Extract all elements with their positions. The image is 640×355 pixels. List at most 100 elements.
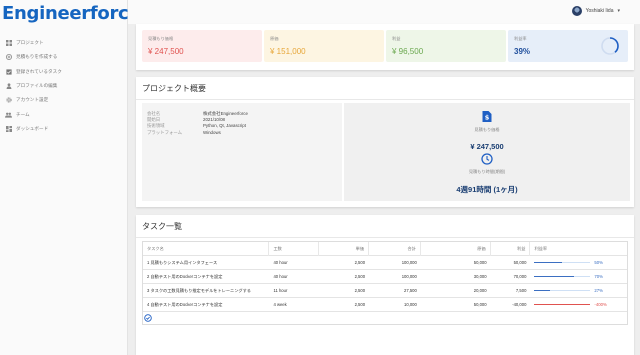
task-list-card: タスク一覧 タスク名 工数 単価 合計 原価 利益 利益率 1 見積もりシステム… bbox=[136, 215, 634, 355]
rate-bar-fill bbox=[534, 303, 591, 306]
column-header[interactable]: 合計 bbox=[369, 241, 421, 256]
task-unit-price: 2,500 bbox=[354, 274, 366, 279]
column-header[interactable]: 原価 bbox=[421, 241, 491, 256]
task-rate: -400% bbox=[530, 302, 627, 307]
person-icon bbox=[5, 83, 12, 90]
margin-progress-ring bbox=[601, 37, 619, 55]
stat-label: 利益 bbox=[392, 36, 401, 41]
column-header[interactable]: タスク名 bbox=[143, 241, 270, 256]
task-total: 100,000 bbox=[401, 274, 417, 279]
stat-label: 原価 bbox=[270, 36, 279, 41]
task-effort: 4 week bbox=[273, 302, 287, 307]
check-circle-icon[interactable] bbox=[144, 313, 152, 323]
task-profit: -40,000 bbox=[512, 302, 527, 307]
user-name[interactable]: Yoshiaki Iida bbox=[586, 8, 614, 14]
sidebar-item-edit-profile[interactable]: プロファイルの編集 bbox=[0, 79, 128, 93]
task-cost: 50,000 bbox=[473, 302, 487, 307]
divider bbox=[136, 237, 634, 238]
estimate-label: 見積もり価格 bbox=[474, 127, 500, 132]
stat-value: ¥ 151,000 bbox=[270, 47, 306, 56]
task-rate: 70% bbox=[530, 274, 627, 279]
task-profit: 7,500 bbox=[515, 288, 527, 293]
stat-margin: 利益率 39% bbox=[508, 30, 628, 62]
brand-logo[interactable]: Engineerforce bbox=[2, 3, 141, 24]
task-rate: 50% bbox=[530, 260, 627, 265]
info-value: Windows bbox=[203, 129, 221, 135]
duration-label: 見積もり時間(期間) bbox=[468, 169, 506, 174]
chevron-down-icon[interactable]: ▾ bbox=[617, 8, 620, 14]
sidebar-item-projects[interactable]: プロジェクト bbox=[0, 36, 128, 50]
rate-text: 70% bbox=[594, 274, 604, 279]
gear-icon bbox=[5, 97, 12, 103]
task-total: 100,000 bbox=[401, 260, 417, 265]
sidebar-item-label: ダッシュボード bbox=[16, 125, 49, 131]
sidebar-item-registered-tasks[interactable]: 登録されているタスク bbox=[0, 65, 128, 79]
task-name: 3 タスクの工数見積もり推定モデルをトレーニングする bbox=[147, 287, 251, 293]
stat-cost: 原価 ¥ 151,000 bbox=[264, 30, 384, 62]
task-total: 27,500 bbox=[404, 288, 417, 293]
sidebar-item-dashboard[interactable]: ダッシュボード bbox=[0, 122, 128, 136]
sidebar-nav: プロジェクト 見積もりを作成する 登録されているタスク プロファイルの編集 アカ… bbox=[0, 36, 128, 136]
sidebar-item-label: 登録されているタスク bbox=[16, 68, 62, 74]
sidebar-item-account-settings[interactable]: アカウント設定 bbox=[0, 93, 128, 107]
sidebar-item-label: 見積もりを作成する bbox=[16, 54, 58, 60]
task-effort: 40 hour bbox=[273, 260, 288, 265]
column-header[interactable]: 利益率 bbox=[530, 242, 627, 256]
sidebar-item-label: チーム bbox=[16, 111, 30, 117]
task-cost: 20,000 bbox=[473, 288, 487, 293]
stat-value: ¥ 96,500 bbox=[392, 47, 424, 56]
summary-card: 見積もり価格 ¥ 247,500 原価 ¥ 151,000 利益 ¥ 96,50… bbox=[136, 24, 634, 70]
rate-text: 27% bbox=[594, 288, 604, 293]
task-profit: 50,000 bbox=[513, 260, 527, 265]
project-overview-card: プロジェクト概要 会社名 株式会社Engineerforce 開始日 2021/10… bbox=[136, 77, 634, 207]
duration-value: 4週91時間 (1ヶ月) bbox=[456, 185, 518, 194]
sidebar-item-label: プロジェクト bbox=[16, 40, 44, 46]
info-key: プラットフォーム bbox=[147, 129, 182, 135]
dollar-document-icon: $ bbox=[482, 109, 492, 127]
task-name: 4 自動テスト用のDockerコンテナを設定 bbox=[147, 301, 223, 307]
table-row[interactable]: 4 自動テスト用のDockerコンテナを設定 4 week 2,500 10,0… bbox=[143, 298, 627, 312]
stat-label: 見積もり価格 bbox=[148, 36, 174, 41]
column-header[interactable]: 利益 bbox=[491, 241, 531, 256]
table-row[interactable]: 3 タスクの工数見積もり推定モデルをトレーニングする 11 hour 2,500… bbox=[143, 284, 627, 298]
column-header[interactable]: 工数 bbox=[269, 241, 320, 256]
dashboard-icon bbox=[5, 125, 12, 132]
section-title: タスク一覧 bbox=[142, 222, 182, 231]
task-rows: 1 見積もりシステム用インタフェース 40 hour 2,500 100,000… bbox=[143, 256, 627, 312]
info-row: プラットフォーム Windows bbox=[147, 130, 337, 136]
task-total: 10,000 bbox=[404, 302, 417, 307]
sidebar-item-label: アカウント設定 bbox=[16, 97, 49, 103]
rate-text: 50% bbox=[594, 260, 604, 265]
task-table: タスク名 工数 単価 合計 原価 利益 利益率 1 見積もりシステム用インタフェ… bbox=[142, 241, 628, 325]
column-header[interactable]: 単価 bbox=[319, 241, 370, 256]
sidebar-item-team[interactable]: チーム bbox=[0, 107, 128, 121]
add-task-row bbox=[143, 312, 627, 324]
task-cost: 30,000 bbox=[473, 274, 487, 279]
task-unit-price: 2,500 bbox=[354, 302, 366, 307]
estimate-panel: $ 見積もり価格 ¥ 247,500 見積もり時間(期間) 4週91時間 (1ヶ… bbox=[344, 103, 630, 201]
sidebar-item-label: プロファイルの編集 bbox=[16, 83, 58, 89]
task-cost: 50,000 bbox=[473, 260, 487, 265]
rate-bar bbox=[534, 303, 591, 306]
user-menu[interactable]: Yoshiaki Iida ▾ bbox=[571, 6, 620, 16]
rate-text: -400% bbox=[594, 302, 607, 307]
table-row[interactable]: 2 自動テスト用のDockerコンテナを設定 40 hour 2,500 100… bbox=[143, 270, 627, 284]
task-profit: 70,000 bbox=[513, 274, 527, 279]
rate-bar-fill bbox=[534, 261, 563, 264]
project-info-panel: 会社名 株式会社Engineerforce 開始日 2021/10/08 技術領域 P… bbox=[142, 103, 342, 201]
table-header: タスク名 工数 単価 合計 原価 利益 利益率 bbox=[143, 241, 627, 256]
checkbox-icon bbox=[5, 69, 12, 75]
sidebar-item-create-estimate[interactable]: 見積もりを作成する bbox=[0, 50, 128, 64]
sidebar: Engineerforce プロジェクト 見積もりを作成する 登録されているタス… bbox=[0, 0, 141, 355]
task-name: 1 見積もりシステム用インタフェース bbox=[147, 259, 218, 265]
rate-bar-fill bbox=[534, 275, 574, 278]
group-icon bbox=[5, 112, 12, 118]
avatar[interactable] bbox=[571, 6, 582, 16]
stat-profit: 利益 ¥ 96,500 bbox=[386, 30, 506, 62]
table-row[interactable]: 1 見積もりシステム用インタフェース 40 hour 2,500 100,000… bbox=[143, 256, 627, 270]
page-title: プロジェクト概要 bbox=[142, 84, 206, 93]
task-rate: 27% bbox=[530, 288, 627, 293]
rate-bar-fill bbox=[534, 289, 550, 292]
rate-bar bbox=[534, 289, 591, 292]
top-bar: Yoshiaki Iida ▾ bbox=[128, 0, 640, 24]
